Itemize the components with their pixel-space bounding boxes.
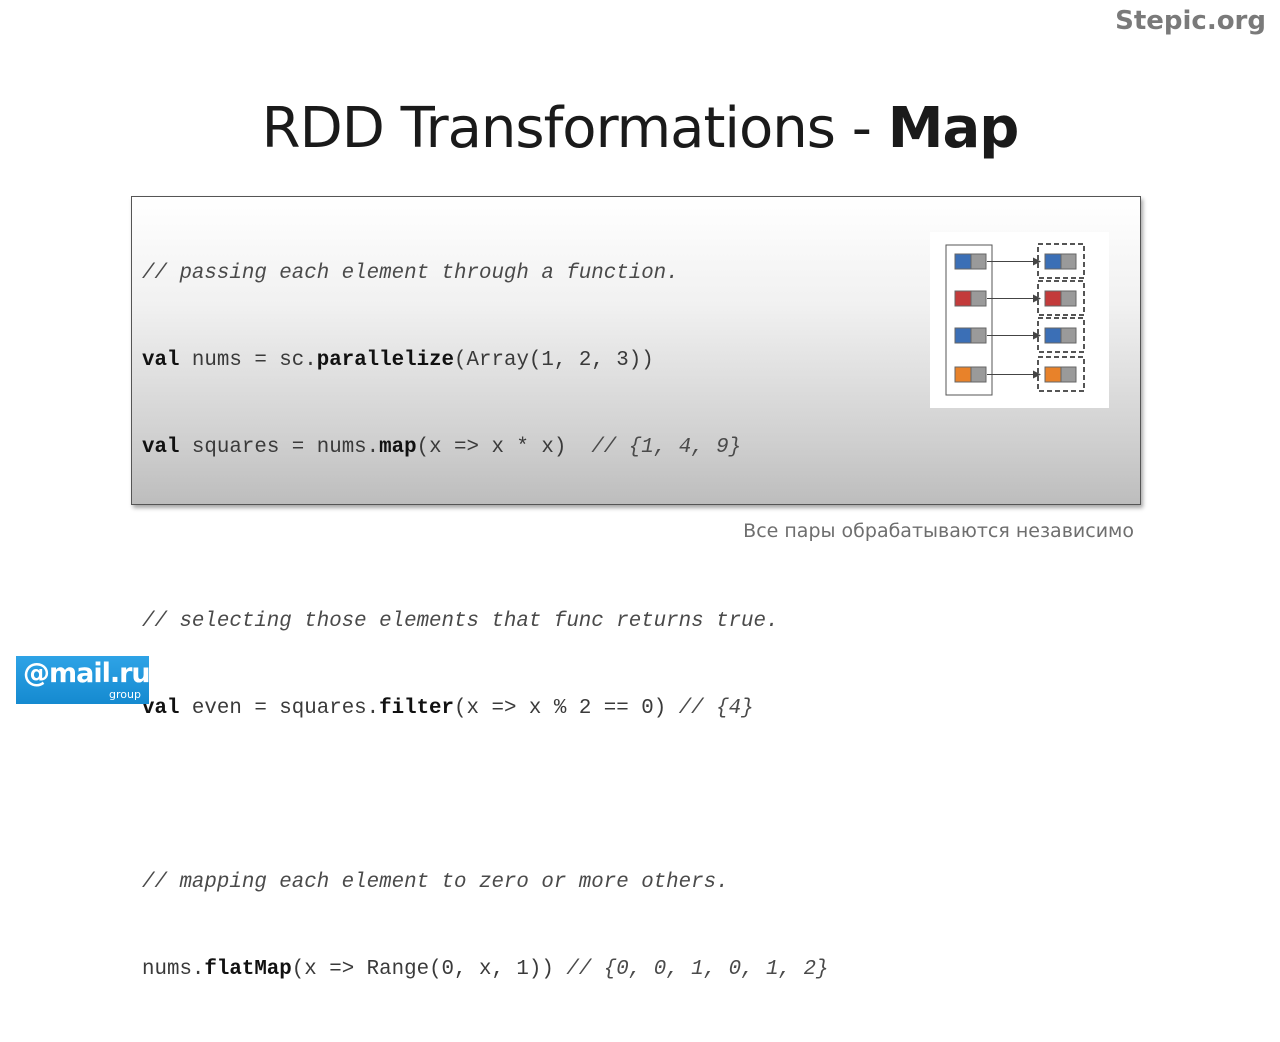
caption-note: Все пары обрабатываются независимо (743, 520, 1134, 542)
input-element-color (954, 253, 972, 270)
code-line-2: val nums = sc.parallelize(Array(1, 2, 3)… (142, 346, 828, 375)
code-text-part: (x => x % 2 == 0) (454, 697, 679, 720)
logo-subtext: group (109, 688, 141, 701)
code-function: parallelize (316, 349, 455, 372)
slide-title: RDD Transformations - Map (0, 96, 1280, 161)
input-element-color (954, 366, 972, 383)
input-element-color (954, 327, 972, 344)
logo-text: @mail.ru (23, 658, 151, 689)
input-element-color (954, 290, 972, 307)
code-comment: // {0, 0, 1, 0, 1, 2} (566, 958, 829, 981)
brand-label: Stepic.org (1115, 6, 1266, 36)
code-line-9: nums.flatMap(x => Range(0, x, 1)) // {0,… (142, 955, 828, 984)
mailru-logo: @mail.ru group (16, 656, 151, 704)
code-comment: // passing each element through a functi… (142, 262, 679, 285)
code-keyword: val (142, 436, 180, 459)
code-text-part: (Array(1, 2, 3)) (454, 349, 654, 372)
code-line-1: // passing each element through a functi… (142, 259, 828, 288)
code-function: flatMap (204, 958, 292, 981)
code-line-3: val squares = nums.map(x => x * x) // {1… (142, 433, 828, 462)
output-element-color (1044, 366, 1062, 383)
code-text-part: (x => x * x) (416, 436, 592, 459)
code-line-8: // mapping each element to zero or more … (142, 868, 828, 897)
input-element-gray (970, 327, 987, 344)
code-text-part: nums. (142, 958, 205, 981)
title-main: RDD Transformations - (261, 96, 888, 161)
output-element-color (1044, 327, 1062, 344)
code-line-5: // selecting those elements that func re… (142, 607, 828, 636)
code-comment: // mapping each element to zero or more … (142, 871, 729, 894)
code-keyword: val (142, 349, 180, 372)
map-diagram-svg (945, 243, 1085, 396)
code-text-part: (x => Range(0, x, 1)) (291, 958, 567, 981)
output-element-gray (1060, 327, 1077, 344)
output-element-color (1044, 290, 1062, 307)
input-element-gray (970, 290, 987, 307)
output-element-gray (1060, 253, 1077, 270)
code-comment: // {4} (678, 697, 754, 720)
code-text-part: even = squares. (179, 697, 380, 720)
title-bold: Map (887, 96, 1020, 161)
code-text: // passing each element through a functi… (142, 201, 828, 1042)
code-comment: // {1, 4, 9} (591, 436, 742, 459)
code-line-6: val even = squares.filter(x => x % 2 == … (142, 694, 828, 723)
code-text-part: squares = nums. (179, 436, 380, 459)
input-element-gray (970, 366, 987, 383)
output-element-gray (1060, 290, 1077, 307)
code-text-part: nums = sc. (179, 349, 317, 372)
output-element-gray (1060, 366, 1077, 383)
output-element-color (1044, 253, 1062, 270)
map-diagram (930, 232, 1109, 408)
code-comment: // selecting those elements that func re… (142, 610, 779, 633)
code-function: filter (379, 697, 455, 720)
code-function: map (379, 436, 417, 459)
input-element-gray (970, 253, 987, 270)
